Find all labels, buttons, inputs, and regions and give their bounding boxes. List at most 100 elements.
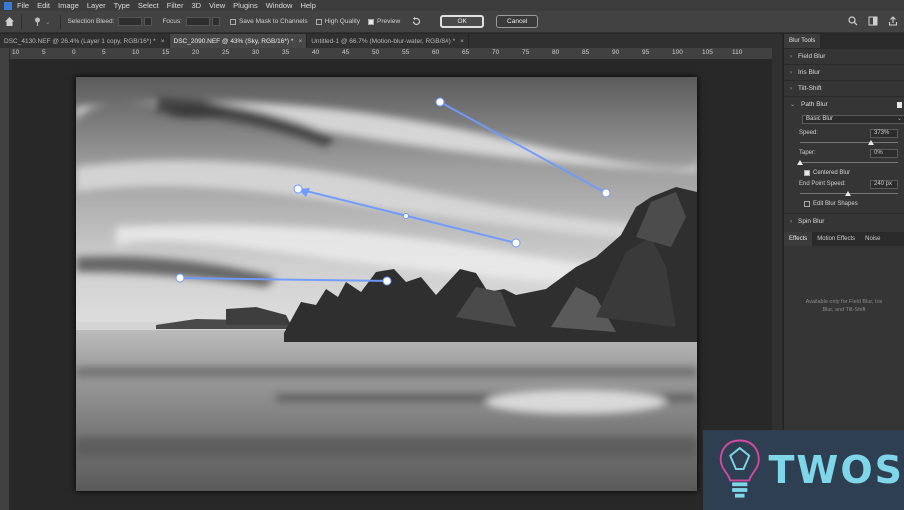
slider-thumb[interactable] — [868, 140, 875, 145]
effects-note: Available only for Field Blur, Iris Blur… — [805, 299, 883, 313]
path-blur-body: Basic Blur ⌄ Speed: 373% Taper: 0% Centered… — [784, 115, 904, 207]
ok-button[interactable]: OK — [440, 15, 485, 28]
watermark-text: TWOS — [768, 448, 904, 492]
blur-type-value: Basic Blur — [806, 116, 834, 122]
end-point-speed-row: End Point Speed: 240 px — [799, 180, 898, 191]
focus-dropdown[interactable] — [211, 17, 220, 26]
tab-blur-tools[interactable]: Blur Tools — [784, 34, 821, 48]
field-blur-section[interactable]: › Field Blur — [784, 48, 904, 64]
ruler-tick-label: 105 — [702, 49, 713, 56]
chevron-right-icon: › — [790, 85, 792, 92]
ruler-tick-label: 80 — [552, 49, 560, 56]
preview-checkbox[interactable] — [368, 18, 375, 25]
document-image[interactable] — [76, 77, 697, 491]
tab-noise[interactable]: Noise — [860, 232, 885, 246]
panel-tabs: Blur Tools — [784, 34, 904, 48]
menu-type[interactable]: Type — [114, 1, 130, 10]
high-quality-label: High Quality — [324, 18, 361, 25]
taper-input[interactable]: 0% — [870, 149, 898, 158]
ruler-tick-label: 75 — [522, 49, 530, 56]
close-icon[interactable]: × — [460, 38, 464, 45]
centered-blur-row[interactable]: Centered Blur — [804, 170, 898, 176]
high-quality-checkbox[interactable] — [315, 18, 322, 25]
edit-blur-shapes-label: Edit Blur Shapes — [813, 201, 858, 207]
tab-dsc-2090[interactable]: DSC_2090.NEF @ 43% (Sky, RGB/16*) * × — [169, 34, 308, 48]
menu-view[interactable]: View — [209, 1, 225, 10]
divider — [21, 14, 22, 29]
menu-select[interactable]: Select — [138, 1, 159, 10]
menu-layer[interactable]: Layer — [87, 1, 106, 10]
save-mask-checkbox[interactable] — [229, 18, 236, 25]
edit-blur-shapes-row[interactable]: Edit Blur Shapes — [804, 201, 898, 207]
ruler-tick-label: 55 — [402, 49, 410, 56]
centered-blur-checkbox[interactable] — [804, 170, 810, 176]
ruler-tick-label: 10 — [12, 49, 20, 56]
ruler-tick-label: 90 — [612, 49, 620, 56]
focus-label: Focus: — [162, 18, 182, 25]
divider — [60, 14, 62, 29]
end-point-speed-slider[interactable] — [800, 191, 898, 197]
menu-image[interactable]: Image — [58, 1, 79, 10]
ruler-tick-label: 20 — [192, 49, 200, 56]
tab-dsc-4130[interactable]: DSC_4130.NEF @ 26.4% (Layer 1 copy, RGB/… — [0, 34, 170, 48]
ruler-tick-label: 5 — [102, 49, 106, 56]
centered-blur-label: Centered Blur — [813, 170, 851, 176]
reset-icon[interactable] — [410, 16, 422, 28]
menu-3d[interactable]: 3D — [191, 1, 201, 10]
ruler-tick-label: 95 — [642, 49, 650, 56]
menu-file[interactable]: File — [17, 1, 29, 10]
section-label: Tilt-Shift — [798, 85, 822, 92]
chevron-right-icon: › — [790, 53, 792, 60]
tab-motion-effects[interactable]: Motion Effects — [812, 232, 860, 246]
speed-slider[interactable] — [800, 140, 898, 146]
speed-input[interactable]: 373% — [870, 129, 898, 138]
taper-slider[interactable] — [797, 160, 898, 166]
cancel-button[interactable]: Cancel — [496, 15, 539, 28]
tilt-shift-section[interactable]: › Tilt-Shift — [784, 80, 904, 96]
chevron-down-icon[interactable]: ⌄ — [45, 18, 50, 26]
menu-filter[interactable]: Filter — [167, 1, 184, 10]
menu-window[interactable]: Window — [266, 1, 293, 10]
search-icon[interactable] — [848, 16, 858, 26]
edit-blur-shapes-checkbox[interactable] — [804, 201, 810, 207]
selection-bleed-input[interactable] — [118, 17, 143, 26]
menu-plugins[interactable]: Plugins — [233, 1, 258, 10]
section-label: Iris Blur — [798, 69, 821, 76]
spin-blur-section[interactable]: › Spin Blur — [784, 213, 904, 229]
section-label: Field Blur — [798, 53, 826, 60]
ruler-tick-label: 50 — [372, 49, 380, 56]
pin-tool-icon[interactable] — [31, 16, 43, 28]
enable-checkbox[interactable] — [897, 101, 902, 108]
path-blur-section[interactable]: ⌄ Path Blur — [784, 96, 904, 112]
tab-label: Untitled-1 @ 66.7% (Motion-blur-water, R… — [311, 37, 456, 45]
tab-untitled-1[interactable]: Untitled-1 @ 66.7% (Motion-blur-water, R… — [307, 34, 469, 48]
workspace-icon[interactable] — [868, 16, 878, 26]
home-icon[interactable] — [3, 16, 15, 28]
close-icon[interactable]: × — [161, 38, 165, 45]
share-icon[interactable] — [888, 16, 898, 26]
slider-thumb[interactable] — [797, 160, 803, 165]
tab-effects[interactable]: Effects — [784, 232, 813, 246]
horizontal-ruler: 10 5 0 5 10 15 20 25 30 35 40 45 50 55 60 65 70 75 80 85 90 9… — [10, 48, 782, 60]
ruler-tick-label: 110 — [732, 49, 743, 56]
slider-thumb[interactable] — [844, 191, 851, 196]
ruler-tick-label: 10 — [132, 49, 140, 56]
end-point-speed-input[interactable]: 240 px — [870, 180, 898, 189]
blur-type-select[interactable]: Basic Blur ⌄ — [802, 115, 904, 124]
ruler-tick-label: 30 — [252, 49, 260, 56]
ruler-tick-label: 85 — [582, 49, 590, 56]
effects-tabs: Effects Motion Effects Noise — [784, 232, 904, 246]
speed-label: Speed: — [799, 130, 819, 136]
chevron-down-icon: ⌄ — [790, 102, 796, 108]
close-icon[interactable]: × — [298, 38, 302, 45]
selection-bleed-dropdown[interactable] — [144, 17, 153, 26]
save-mask-label: Save Mask to Channels — [238, 18, 308, 25]
ruler-tick-label: 70 — [492, 49, 500, 56]
tab-label: DSC_4130.NEF @ 26.4% (Layer 1 copy, RGB/… — [4, 37, 156, 45]
focus-input[interactable] — [185, 17, 210, 26]
menu-edit[interactable]: Edit — [37, 1, 50, 10]
section-label: Spin Blur — [798, 218, 825, 225]
iris-blur-section[interactable]: › Iris Blur — [784, 64, 904, 80]
menu-help[interactable]: Help — [300, 1, 315, 10]
selection-bleed-label: Selection Bleed: — [67, 18, 115, 25]
